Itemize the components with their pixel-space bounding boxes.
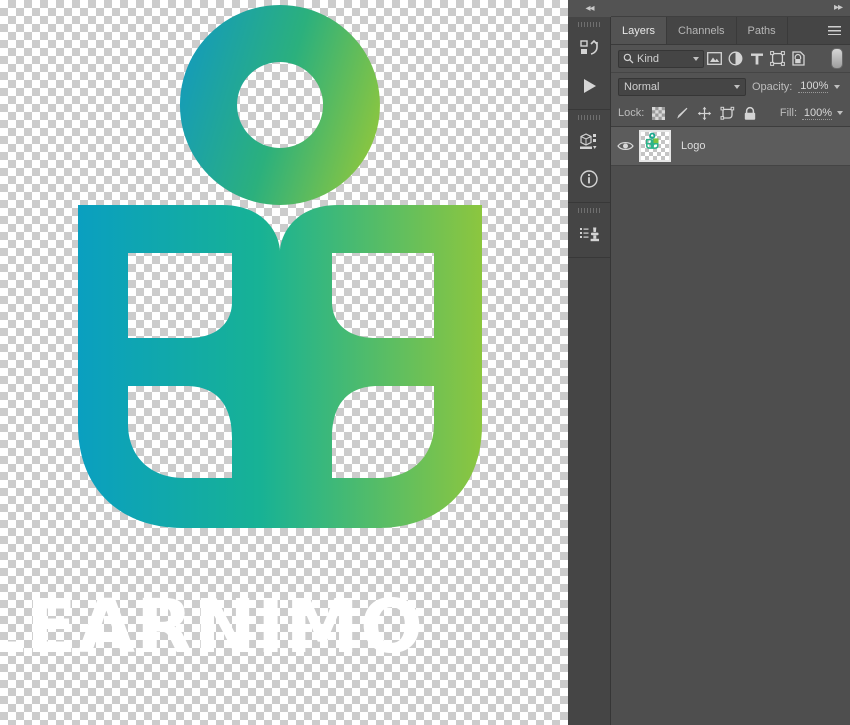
logo-artwork: LEARNIMO: [0, 0, 568, 725]
lock-image-pixels-icon[interactable]: [672, 104, 690, 122]
layer-thumbnail[interactable]: [639, 130, 671, 162]
document-canvas[interactable]: LEARNIMO: [0, 0, 568, 725]
tab-paths[interactable]: Paths: [737, 17, 788, 44]
properties-icon[interactable]: [568, 122, 610, 160]
rail-group-properties: [568, 110, 610, 203]
panel-tab-bar: Layers Channels Paths: [611, 17, 850, 45]
photoshop-window: LEARNIMO ◂◂ ▸▸ Layers Channels Paths Kin…: [0, 0, 850, 725]
rail-group-clone: [568, 203, 610, 258]
learnimo-logo-graphic: [78, 5, 482, 528]
fill-value[interactable]: 100%: [802, 107, 832, 120]
pixel-layer-filter-icon[interactable]: [704, 48, 725, 69]
logo-wordmark: LEARNIMO: [0, 584, 424, 670]
adjustment-layer-filter-icon[interactable]: [725, 48, 746, 69]
layer-name[interactable]: Logo: [681, 140, 705, 152]
tab-channels[interactable]: Channels: [667, 17, 737, 44]
hamburger-icon[interactable]: [819, 17, 850, 44]
double-chevron-left-icon[interactable]: ◂◂: [585, 3, 594, 14]
clone-source-icon[interactable]: [568, 215, 610, 253]
table-row[interactable]: Logo: [611, 127, 850, 166]
type-layer-filter-icon[interactable]: [746, 48, 767, 69]
opacity-label: Opacity:: [752, 80, 793, 93]
layer-list[interactable]: Logo: [611, 126, 850, 725]
rail-grip[interactable]: [568, 110, 610, 122]
double-chevron-right-icon[interactable]: ▸▸: [834, 3, 843, 13]
panel-expand-bar[interactable]: ▸▸: [611, 0, 850, 17]
tab-layers[interactable]: Layers: [611, 17, 668, 44]
lock-position-icon[interactable]: [695, 104, 713, 122]
rail-grip[interactable]: [568, 203, 610, 215]
filter-enable-toggle[interactable]: [831, 48, 843, 69]
layer-filter-row: Kind: [611, 45, 850, 73]
chevron-down-icon: [734, 84, 740, 89]
lock-row: Lock: Fill: 100%: [611, 100, 850, 127]
fill-label: Fill:: [779, 107, 797, 119]
info-icon[interactable]: [568, 160, 610, 198]
opacity-chevron-down-icon[interactable]: [834, 84, 841, 89]
blend-mode-value: Normal: [624, 80, 660, 93]
layers-panel: Layers Channels Paths Kind Normal Opacit…: [611, 17, 850, 725]
opacity-value[interactable]: 100%: [798, 80, 829, 93]
play-icon[interactable]: [568, 67, 610, 105]
fill-chevron-down-icon[interactable]: [837, 111, 843, 115]
rail-grip[interactable]: [568, 17, 610, 29]
kind-filter-select[interactable]: Kind: [618, 49, 704, 68]
magnifier-icon: [623, 53, 634, 64]
blend-mode-select[interactable]: Normal: [618, 77, 746, 96]
history-actions-icon[interactable]: [568, 29, 610, 67]
right-dock: ◂◂ ▸▸ Layers Channels Paths Kind Normal …: [568, 0, 850, 725]
collapsed-panel-rail: [568, 17, 611, 725]
smart-object-filter-icon[interactable]: [788, 48, 809, 69]
lock-transparent-pixels-icon[interactable]: [649, 104, 667, 122]
lock-artboard-nesting-icon[interactable]: [718, 104, 736, 122]
lock-label: Lock:: [618, 107, 645, 119]
dock-collapse-bar[interactable]: ◂◂: [568, 0, 611, 18]
lock-all-icon[interactable]: [741, 104, 759, 122]
layer-visibility-eye-icon[interactable]: [611, 140, 639, 152]
rail-group-history: [568, 17, 610, 110]
chevron-down-icon: [693, 56, 699, 61]
kind-filter-value: Kind: [637, 52, 660, 65]
shape-layer-filter-icon[interactable]: [767, 48, 788, 69]
blend-mode-row: Normal Opacity: 100%: [611, 73, 850, 100]
